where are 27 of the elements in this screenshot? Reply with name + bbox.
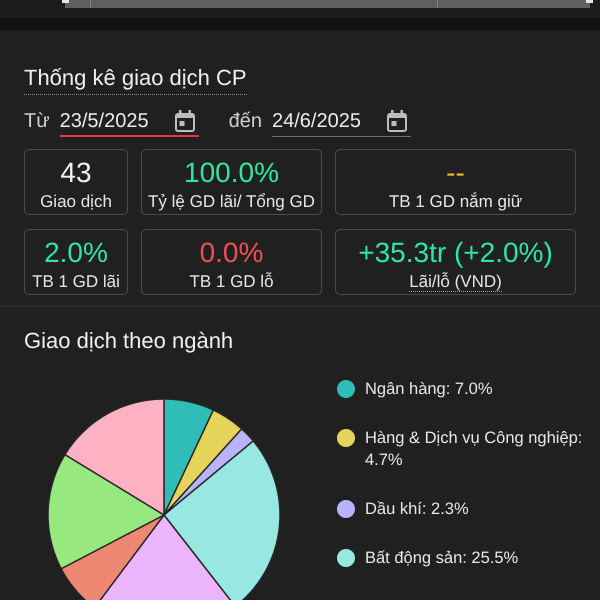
date-label: đến [228, 109, 262, 133]
stat-value: 2.0% [44, 238, 108, 268]
stat-value: +35.3tr (+2.0%) [358, 238, 553, 268]
legend-label: Bất động sản: 25.5% [365, 548, 518, 569]
date-field[interactable]: 23/5/2025 [60, 109, 199, 137]
legend-label: Dầu khí: 2.3% [365, 499, 469, 520]
range-handle[interactable] [62, 0, 69, 3]
legend-label: Ngân hàng: 7.0% [365, 379, 493, 400]
date-field[interactable]: 24/6/2025 [272, 109, 411, 137]
stat-value: -- [446, 158, 465, 188]
stat-value: 100.0% [184, 158, 279, 188]
legend-label: Hàng & Dịch vụ Công nghiệp: 4.7% [365, 428, 584, 471]
stat-value: 43 [60, 158, 92, 188]
section-title: Thống kê giao dịch CP [24, 65, 247, 95]
stat-label: TB 1 GD lỗ [189, 272, 274, 292]
date-label: Từ [24, 109, 50, 133]
range-navigator[interactable] [65, 0, 590, 8]
range-handle[interactable] [586, 0, 593, 3]
stat-label: Tỷ lệ GD lãi/ Tổng GD [148, 192, 315, 212]
stat-value: 0.0% [200, 238, 264, 268]
calendar-icon[interactable] [174, 110, 195, 132]
section-title: Giao dịch theo ngành [24, 328, 234, 354]
calendar-icon[interactable] [386, 110, 407, 132]
stat-label: TB 1 GD lãi [32, 272, 120, 292]
stat-label: TB 1 GD nắm giữ [388, 192, 522, 212]
stat-label: Lãi/lỗ (VND) [409, 272, 502, 292]
stat-label: Giao dịch [40, 192, 112, 212]
